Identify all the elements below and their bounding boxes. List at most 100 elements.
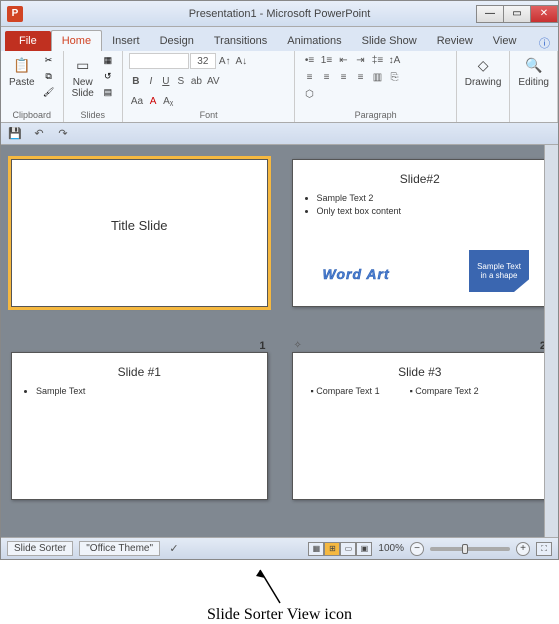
editing-button[interactable]: 🔍 Editing	[516, 53, 551, 90]
slide-thumb-1[interactable]: Title Slide 1	[11, 159, 268, 336]
columns-button[interactable]: ▥	[369, 70, 385, 84]
font-color-button[interactable]: A	[146, 93, 160, 109]
view-switcher: ▦ ⊞ ▭ ▣	[308, 542, 372, 556]
italic-button[interactable]: I	[144, 73, 158, 89]
tab-review[interactable]: Review	[427, 31, 483, 51]
app-name: Microsoft PowerPoint	[266, 8, 370, 20]
align-center-button[interactable]: ≡	[318, 70, 334, 84]
group-clipboard: 📋 Paste ✂ ⧉ 🖌 Clipboard	[1, 51, 64, 122]
annotation-text: Slide Sorter View icon	[0, 606, 559, 624]
tab-home[interactable]: Home	[51, 30, 102, 51]
shape-text: Sample Text in a shape	[469, 250, 529, 292]
change-case-button[interactable]: Aa	[129, 93, 145, 109]
ribbon-tabs: File Home Insert Design Transitions Anim…	[1, 27, 558, 51]
slide-number: 1	[259, 340, 265, 352]
redo-button[interactable]: ↷	[55, 126, 71, 142]
section-button[interactable]: ▤	[100, 85, 116, 99]
tab-animations[interactable]: Animations	[277, 31, 351, 51]
tab-view[interactable]: View	[483, 31, 527, 51]
bullet: Only text box content	[317, 205, 540, 218]
group-paragraph: •≡ 1≡ ⇤ ⇥ ‡≡ ↕A ≡ ≡ ≡ ≡ ▥ ⎘ ⬡	[295, 51, 456, 122]
slide-sorter-workspace: Title Slide 1 Slide#2 Sample Text 2 Only…	[1, 145, 558, 537]
new-slide-button[interactable]: ▭ New Slide	[70, 53, 96, 101]
slide-title: Slide #1	[20, 365, 259, 379]
tab-design[interactable]: Design	[150, 31, 204, 51]
zoom-in-button[interactable]: +	[516, 542, 530, 556]
strike-button[interactable]: S	[174, 73, 188, 89]
clipboard-label: Clipboard	[7, 109, 57, 120]
bullet: Sample Text 2	[317, 192, 540, 205]
find-icon: 🔍	[524, 55, 544, 75]
save-button[interactable]: 💾	[7, 126, 23, 142]
theme-label[interactable]: "Office Theme"	[79, 541, 160, 556]
paragraph-label: Paragraph	[301, 109, 449, 120]
normal-view-icon[interactable]: ▦	[308, 542, 324, 556]
slideshow-view-icon[interactable]: ▣	[356, 542, 372, 556]
group-font: 32 A↑ A↓ B I U S ab AV Aa A Aᵪ F	[123, 51, 296, 122]
shrink-font-button[interactable]: A↓	[234, 53, 250, 69]
window-title: Presentation1 - Microsoft PowerPoint	[189, 8, 371, 20]
zoom-percent: 100%	[378, 543, 404, 554]
layout-button[interactable]: ▦	[100, 53, 116, 67]
slide-thumb-3[interactable]: Slide #1 Sample Text	[11, 352, 268, 529]
slide-title: Slide#2	[301, 172, 540, 186]
justify-button[interactable]: ≡	[352, 70, 368, 84]
copy-button[interactable]: ⧉	[41, 69, 57, 83]
indent-dec-button[interactable]: ⇤	[335, 53, 351, 67]
tab-slideshow[interactable]: Slide Show	[352, 31, 427, 51]
help-icon[interactable]: ⓘ	[539, 35, 550, 51]
drawing-button[interactable]: ◇ Drawing	[463, 53, 504, 90]
paste-button[interactable]: 📋 Paste	[7, 53, 37, 90]
maximize-button[interactable]: ▭	[503, 5, 531, 23]
grow-font-button[interactable]: A↑	[217, 53, 233, 69]
group-editing: 🔍 Editing	[510, 51, 558, 122]
tab-insert[interactable]: Insert	[102, 31, 150, 51]
numbering-button[interactable]: 1≡	[318, 53, 334, 67]
line-spacing-button[interactable]: ‡≡	[369, 53, 385, 67]
clear-format-button[interactable]: Aᵪ	[161, 93, 175, 109]
tab-transitions[interactable]: Transitions	[204, 31, 277, 51]
underline-button[interactable]: U	[159, 73, 173, 89]
status-bar: Slide Sorter "Office Theme" ✓ ▦ ⊞ ▭ ▣ 10…	[1, 537, 558, 559]
shadow-button[interactable]: ab	[189, 73, 204, 89]
bullets-button[interactable]: •≡	[301, 53, 317, 67]
bold-button[interactable]: B	[129, 73, 143, 89]
view-mode-label[interactable]: Slide Sorter	[7, 541, 73, 556]
quick-access-toolbar: 💾 ↶ ↷	[1, 123, 558, 145]
font-size-select[interactable]: 32	[190, 53, 216, 69]
titlebar: P Presentation1 - Microsoft PowerPoint —…	[1, 1, 558, 27]
slide-thumb-4[interactable]: Slide #3 Compare Text 1 Compare Text 2	[292, 352, 549, 529]
slide-sorter-view-icon[interactable]: ⊞	[324, 542, 340, 556]
animation-indicator-icon: ✧	[294, 340, 302, 351]
format-painter-button[interactable]: 🖌	[41, 85, 57, 99]
close-button[interactable]: ✕	[530, 5, 558, 23]
fit-window-button[interactable]: ⛶	[536, 542, 552, 556]
tab-file[interactable]: File	[5, 31, 51, 51]
zoom-slider[interactable]	[430, 547, 510, 551]
undo-button[interactable]: ↶	[31, 126, 47, 142]
arrow-icon	[250, 568, 310, 606]
indent-inc-button[interactable]: ⇥	[352, 53, 368, 67]
text-direction-button[interactable]: ↕A	[386, 53, 402, 67]
spellcheck-icon[interactable]: ✓	[166, 541, 182, 557]
align-text-button[interactable]: ⎘	[386, 70, 402, 84]
reset-button[interactable]: ↺	[100, 69, 116, 83]
align-right-button[interactable]: ≡	[335, 70, 351, 84]
reading-view-icon[interactable]: ▭	[340, 542, 356, 556]
app-window: P Presentation1 - Microsoft PowerPoint —…	[0, 0, 559, 560]
slide-thumb-2[interactable]: Slide#2 Sample Text 2 Only text box cont…	[292, 159, 549, 336]
align-left-button[interactable]: ≡	[301, 70, 317, 84]
cut-button[interactable]: ✂	[41, 53, 57, 67]
font-label: Font	[129, 109, 289, 120]
ribbon: 📋 Paste ✂ ⧉ 🖌 Clipboard ▭ New Slide ▦	[1, 51, 558, 123]
group-drawing: ◇ Drawing	[457, 51, 511, 122]
new-slide-icon: ▭	[73, 55, 93, 75]
vertical-scrollbar[interactable]	[544, 145, 558, 537]
spacing-button[interactable]: AV	[205, 73, 222, 89]
zoom-out-button[interactable]: −	[410, 542, 424, 556]
font-family-select[interactable]	[129, 53, 189, 69]
clipboard-icon: 📋	[12, 55, 32, 75]
bullet: Compare Text 2	[410, 385, 479, 398]
minimize-button[interactable]: —	[476, 5, 504, 23]
convert-smartart-button[interactable]: ⬡	[301, 87, 317, 101]
